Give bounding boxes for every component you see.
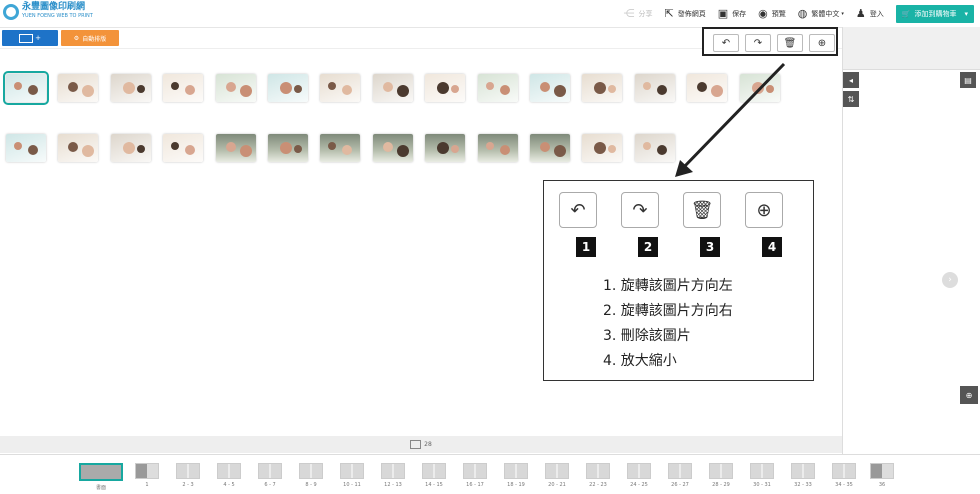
legend-number: 2 <box>638 237 658 257</box>
page-thumbnail[interactable]: 16 - 17 <box>463 463 487 488</box>
page-label: 14 - 15 <box>425 482 443 488</box>
page-label: 26 - 27 <box>671 482 689 488</box>
page-label: 22 - 23 <box>589 482 607 488</box>
photo-count-bar: 28 <box>0 436 842 453</box>
legend-item: 4. 放大縮小 <box>603 353 677 369</box>
legend-number: 1 <box>576 237 596 257</box>
page-preview <box>135 463 159 479</box>
legend-rotate-left-button: ↶ <box>559 192 597 228</box>
page-preview <box>709 463 733 479</box>
page-preview <box>381 463 405 479</box>
page-navigator: 書面 1 2 - 3 4 - 5 6 - 7 8 - 9 10 - 11 12 - 13 14 … <box>0 454 980 494</box>
page-label: 10 - 11 <box>343 482 361 488</box>
page-label: 32 - 33 <box>794 482 812 488</box>
image-icon <box>410 440 422 449</box>
page-thumbnail[interactable]: 1 <box>135 463 159 488</box>
page-thumbnail[interactable]: 34 - 35 <box>832 463 856 488</box>
page-thumbnail[interactable]: 32 - 33 <box>791 463 815 488</box>
page-label: 16 - 17 <box>466 482 484 488</box>
page-preview <box>750 463 774 479</box>
page-preview <box>545 463 569 479</box>
page-label: 2 - 3 <box>182 482 194 488</box>
legend-item: 1. 旋轉該圖片方向左 <box>603 278 733 294</box>
page-label: 36 <box>878 482 886 488</box>
callout-arrow <box>675 62 786 177</box>
page-thumbnail[interactable]: 24 - 25 <box>627 463 651 488</box>
trash-icon: 🗑 <box>690 199 714 221</box>
page-label: 18 - 19 <box>507 482 525 488</box>
legend-number: 4 <box>762 237 782 257</box>
page-thumbnail[interactable]: 30 - 31 <box>750 463 774 488</box>
page-preview <box>258 463 282 479</box>
page-preview <box>217 463 241 479</box>
page-thumbnail[interactable]: 2 - 3 <box>176 463 200 488</box>
page-thumbnail[interactable]: 22 - 23 <box>586 463 610 488</box>
page-preview <box>463 463 487 479</box>
page-label: 4 - 5 <box>223 482 235 488</box>
legend-number: 3 <box>700 237 720 257</box>
legend-item: 2. 旋轉該圖片方向右 <box>603 303 733 319</box>
page-thumbnail[interactable]: 10 - 11 <box>340 463 364 488</box>
page-preview <box>176 463 200 479</box>
page-preview <box>668 463 692 479</box>
page-thumbnail[interactable]: 36 <box>870 463 894 488</box>
legend-zoom-button: ⊕ <box>745 192 783 228</box>
legend-box: ↶ ↷ 🗑 ⊕ 1 2 3 4 1. 旋轉該圖片方向左 2. 旋轉該圖片方向右 … <box>543 180 814 381</box>
page-preview <box>79 463 123 481</box>
page-preview <box>586 463 610 479</box>
rotate-left-icon: ↶ <box>570 199 586 221</box>
page-label: 34 - 35 <box>835 482 853 488</box>
page-label: 24 - 25 <box>630 482 648 488</box>
page-preview <box>340 463 364 479</box>
page-thumbnail[interactable]: 26 - 27 <box>668 463 692 488</box>
page-label: 1 <box>145 482 149 488</box>
page-label: 30 - 31 <box>753 482 771 488</box>
page-thumbnail[interactable]: 4 - 5 <box>217 463 241 488</box>
page-preview <box>791 463 815 479</box>
page-preview <box>870 463 894 479</box>
page-thumbnail[interactable]: 8 - 9 <box>299 463 323 488</box>
zoom-in-icon: ⊕ <box>756 199 772 221</box>
page-preview <box>627 463 651 479</box>
page-preview <box>832 463 856 479</box>
page-label: 20 - 21 <box>548 482 566 488</box>
page-preview <box>504 463 528 479</box>
page-thumbnail[interactable]: 書面 <box>79 463 123 491</box>
legend-item: 3. 刪除該圖片 <box>603 328 691 344</box>
legend-rotate-right-button: ↷ <box>621 192 659 228</box>
page-thumbnail[interactable]: 20 - 21 <box>545 463 569 488</box>
page-thumbnail[interactable]: 28 - 29 <box>709 463 733 488</box>
page-thumbnail[interactable]: 12 - 13 <box>381 463 405 488</box>
page-thumbnail[interactable]: 18 - 19 <box>504 463 528 488</box>
page-label: 28 - 29 <box>712 482 730 488</box>
page-thumbnail[interactable]: 14 - 15 <box>422 463 446 488</box>
page-label: 書面 <box>95 485 106 491</box>
page-preview <box>299 463 323 479</box>
page-preview <box>422 463 446 479</box>
page-label: 6 - 7 <box>264 482 276 488</box>
legend-delete-button: 🗑 <box>683 192 721 228</box>
page-label: 12 - 13 <box>384 482 402 488</box>
page-label: 8 - 9 <box>305 482 317 488</box>
photo-count: 28 <box>424 441 432 448</box>
rotate-right-icon: ↷ <box>632 199 648 221</box>
page-thumbnail[interactable]: 6 - 7 <box>258 463 282 488</box>
